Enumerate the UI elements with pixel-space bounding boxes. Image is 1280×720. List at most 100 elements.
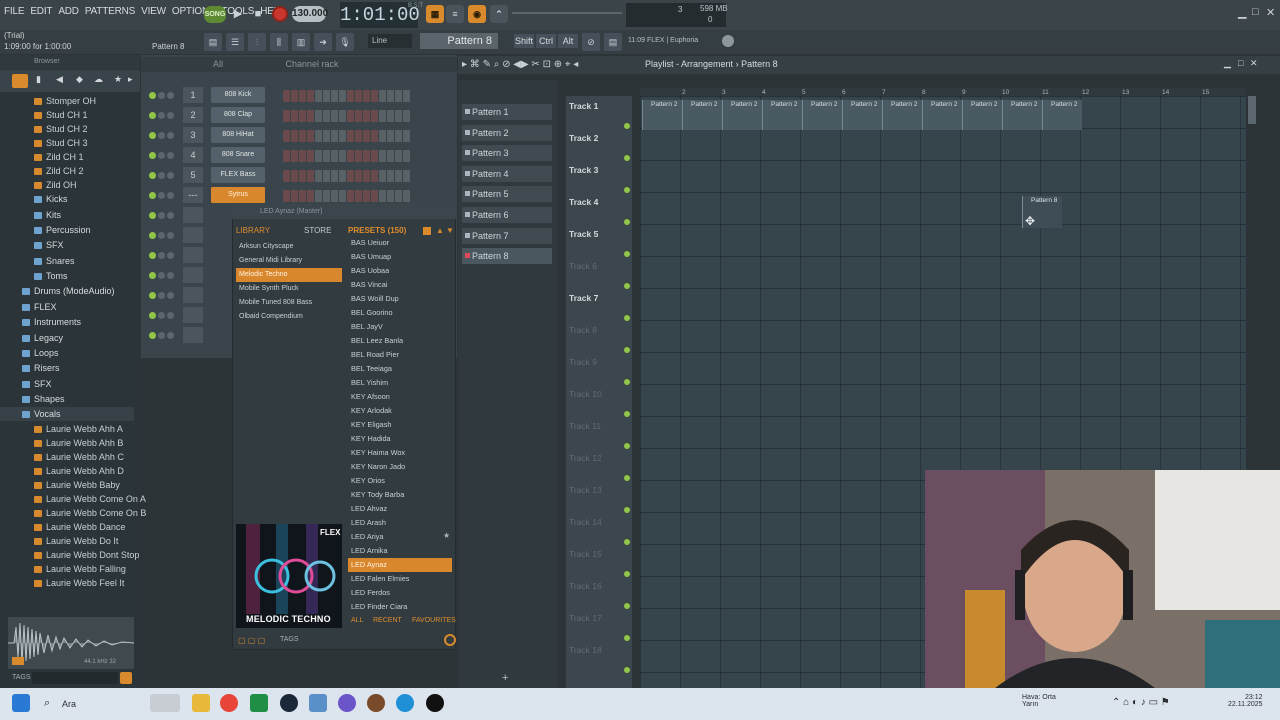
step-button[interactable]	[363, 110, 370, 122]
step-button[interactable]	[395, 110, 402, 122]
step-button[interactable]	[379, 90, 386, 102]
step-button[interactable]	[331, 110, 338, 122]
pattern-clip[interactable]: Pattern 2	[642, 100, 682, 130]
step-button[interactable]	[363, 90, 370, 102]
step-button[interactable]	[355, 150, 362, 162]
file-explorer-icon[interactable]	[192, 694, 210, 712]
metronome-icon[interactable]: ◉	[468, 5, 486, 23]
preset-item[interactable]: BEL Road Pier	[348, 348, 452, 362]
menu-file[interactable]: FILE	[4, 6, 25, 17]
step-button[interactable]	[387, 170, 394, 182]
channel-controls[interactable]	[149, 211, 179, 221]
step-button[interactable]	[315, 190, 322, 202]
step-button[interactable]	[347, 130, 354, 142]
library-item[interactable]: Arksun Cityscape	[236, 240, 342, 254]
preset-item[interactable]: BAS Ueiuor	[348, 236, 452, 250]
track-mute-led[interactable]	[624, 603, 630, 609]
pattern-clip[interactable]: Pattern 2	[1042, 100, 1082, 130]
browser-back-icon[interactable]: ◀	[56, 74, 63, 85]
preset-item[interactable]: BAS Vincai	[348, 278, 452, 292]
preset-item[interactable]: KEY Eligash	[348, 418, 452, 432]
step-button[interactable]	[331, 190, 338, 202]
channel-controls[interactable]	[149, 191, 179, 201]
step-button[interactable]	[307, 130, 314, 142]
browser-item[interactable]: Laurie Webb Ahh D	[34, 464, 124, 478]
step-button[interactable]	[379, 150, 386, 162]
chrome-icon[interactable]	[220, 694, 238, 712]
pattern-selector[interactable]: Pattern 8	[420, 33, 498, 49]
weather-widget[interactable]: Hava: Orta Yarın	[1022, 694, 1056, 708]
piano-roll-icon[interactable]: ☰	[226, 33, 244, 51]
volume-knob[interactable]	[167, 332, 174, 339]
preset-item[interactable]: BAS Uobaa	[348, 264, 452, 278]
track-label[interactable]: Track 9	[569, 357, 597, 367]
preset-item[interactable]: KEY Tody Barba	[348, 488, 452, 502]
favorite-star-icon[interactable]: ★	[443, 531, 450, 540]
track-mute-led[interactable]	[624, 667, 630, 673]
preset-item[interactable]: LED Ariya	[348, 530, 452, 544]
step-button[interactable]	[291, 190, 298, 202]
browser-item[interactable]: Laurie Webb Come On A	[34, 492, 146, 506]
step-button[interactable]	[355, 130, 362, 142]
step-button[interactable]	[315, 150, 322, 162]
channel-controls[interactable]	[149, 251, 179, 261]
step-button[interactable]	[379, 110, 386, 122]
mute-led[interactable]	[149, 312, 156, 319]
step-button[interactable]	[395, 190, 402, 202]
blend-notes-icon[interactable]: ⌃	[490, 5, 508, 23]
pattern-clip[interactable]: Pattern 2	[962, 100, 1002, 130]
track-mute-led[interactable]	[624, 635, 630, 641]
step-button[interactable]	[283, 170, 290, 182]
step-button[interactable]	[363, 150, 370, 162]
track-mute-led[interactable]	[624, 315, 630, 321]
step-sequencer[interactable]	[283, 170, 410, 182]
channel-controls[interactable]	[149, 171, 179, 181]
pattern-item[interactable]: Pattern 2	[462, 124, 552, 141]
track-label[interactable]: Track 12	[569, 453, 602, 463]
step-button[interactable]	[283, 110, 290, 122]
preset-item[interactable]: BEL Leez Banla	[348, 334, 452, 348]
track-mute-led[interactable]	[624, 443, 630, 449]
discord-icon[interactable]	[338, 694, 356, 712]
channel-mixer-track[interactable]	[183, 327, 203, 343]
volume-knob[interactable]	[167, 312, 174, 319]
step-button[interactable]	[299, 130, 306, 142]
preset-item[interactable]: LED Finder Ciara	[348, 600, 452, 614]
play-icon[interactable]: ▶	[230, 6, 246, 22]
channel-mixer-track[interactable]	[183, 307, 203, 323]
step-button[interactable]	[403, 150, 410, 162]
step-button[interactable]	[307, 110, 314, 122]
step-button[interactable]	[395, 170, 402, 182]
flex-save-icon[interactable]	[423, 227, 431, 235]
browser-nav-icon[interactable]: ◆	[76, 74, 83, 85]
pattern-item[interactable]: Pattern 1	[462, 104, 552, 120]
volume-knob[interactable]	[167, 92, 174, 99]
search-icon[interactable]: ⌕	[44, 697, 50, 710]
stop-icon[interactable]: ■	[250, 6, 266, 22]
preset-item[interactable]: KEY Hadida	[348, 432, 452, 446]
track-label[interactable]: Track 17	[569, 613, 602, 623]
step-button[interactable]	[331, 130, 338, 142]
step-button[interactable]	[395, 150, 402, 162]
add-pattern-icon[interactable]: +	[502, 672, 508, 684]
step-button[interactable]	[299, 110, 306, 122]
step-button[interactable]	[307, 170, 314, 182]
step-button[interactable]	[299, 150, 306, 162]
step-button[interactable]	[291, 150, 298, 162]
step-button[interactable]	[395, 90, 402, 102]
step-button[interactable]	[379, 130, 386, 142]
step-sequencer[interactable]	[283, 130, 410, 142]
track-label[interactable]: Track 7	[569, 293, 598, 303]
pan-knob[interactable]	[158, 212, 165, 219]
channel-row[interactable]: 5 FLEX Bass	[145, 167, 455, 185]
browser-item[interactable]: Stomper OH	[34, 94, 96, 108]
channel-row[interactable]: 2 808 Clap	[145, 107, 455, 125]
channel-name-button[interactable]: 808 Snare	[211, 147, 265, 163]
library-item[interactable]: General Midi Library	[236, 254, 342, 268]
step-button[interactable]	[363, 170, 370, 182]
mute-led[interactable]	[149, 152, 156, 159]
playlist-close-icon[interactable]: ✕	[1250, 58, 1258, 69]
channel-controls[interactable]	[149, 331, 179, 341]
step-button[interactable]	[339, 190, 346, 202]
channel-name-button[interactable]: 808 Clap	[211, 107, 265, 123]
